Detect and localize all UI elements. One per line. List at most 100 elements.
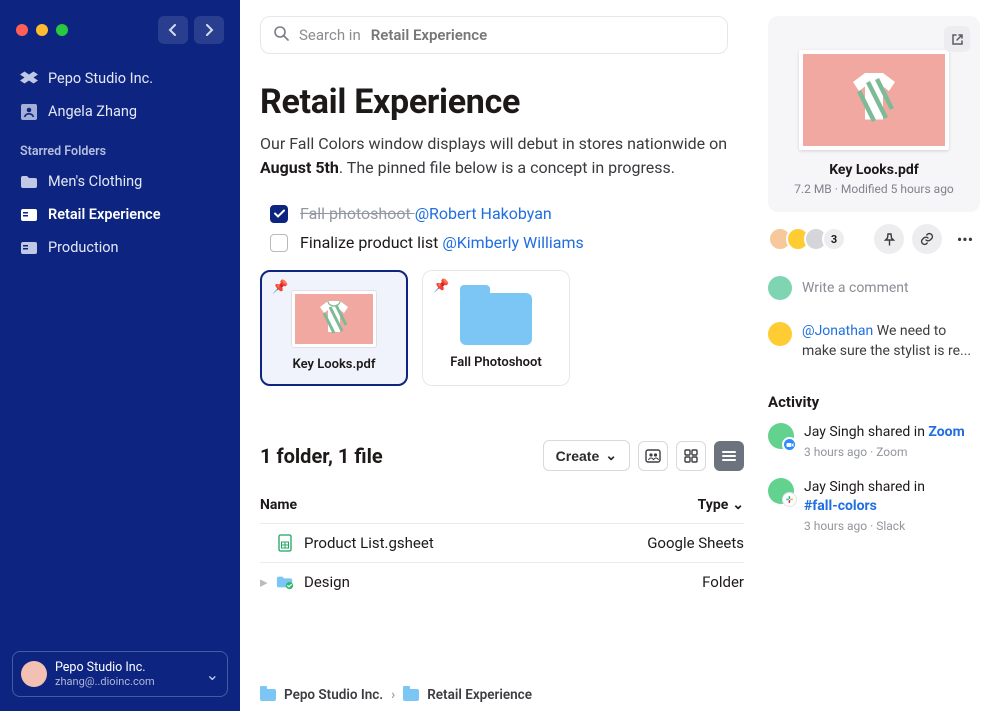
org-name: Pepo Studio Inc. <box>48 70 153 87</box>
task-label: Finalize product list @Kimberly Williams <box>300 233 584 252</box>
table-header: Name Type ⌄ <box>260 487 744 524</box>
back-button[interactable] <box>158 16 188 44</box>
avatar <box>768 322 792 346</box>
minimize-window-icon[interactable] <box>36 24 48 36</box>
open-external-button[interactable] <box>944 26 970 52</box>
forward-button[interactable] <box>194 16 224 44</box>
link-button[interactable] <box>912 224 942 254</box>
sidebar-item-label: Production <box>48 239 119 256</box>
activity-target[interactable]: #fall-colors <box>804 498 877 514</box>
mention[interactable]: @Robert Hakobyan <box>415 204 552 223</box>
close-window-icon[interactable] <box>16 24 28 36</box>
sidebar-item-label: Men's Clothing <box>48 173 142 190</box>
column-type[interactable]: Type ⌄ <box>614 497 744 513</box>
mention[interactable]: @Kimberly Williams <box>442 233 583 252</box>
list-toolbar: Create ⌄ <box>543 440 744 471</box>
account-org: Pepo Studio Inc. <box>55 660 198 675</box>
folder-icon <box>460 293 532 345</box>
mention[interactable]: @Jonathan <box>802 323 873 339</box>
comment-input[interactable]: Write a comment <box>768 276 980 300</box>
table-row[interactable]: ▸ Design Folder <box>260 563 744 601</box>
gsheet-icon <box>276 534 294 552</box>
comment-placeholder: Write a comment <box>802 280 909 296</box>
avatar <box>768 276 792 300</box>
folder-synced-icon <box>276 573 294 591</box>
list-summary: 1 folder, 1 file <box>260 444 383 468</box>
activity-item[interactable]: Jay Singh shared in Zoom 3 hours ago · Z… <box>768 423 980 460</box>
file-thumbnail <box>292 291 376 347</box>
pinned-cards: 📌 Key Looks.pdf 📌 Fall Photoshoot <box>260 270 744 386</box>
page-title: Retail Experience <box>260 82 744 122</box>
user-icon <box>20 104 38 120</box>
details-panel: Key Looks.pdf 7.2 MB · Modified 5 hours … <box>760 0 1000 711</box>
activity-meta: 3 hours ago · Slack <box>804 518 980 534</box>
preview-filename: Key Looks.pdf <box>829 162 919 178</box>
page-description: Our Fall Colors window displays will deb… <box>260 132 740 180</box>
file-table: Name Type ⌄ Product List.gsheet Google S… <box>260 487 744 601</box>
search-placeholder-context: Retail Experience <box>371 26 487 44</box>
zoom-badge-icon <box>782 437 797 452</box>
chevron-down-icon: ⌄ <box>206 665 219 684</box>
sidebar-item-production[interactable]: Production <box>0 231 240 264</box>
board-icon <box>20 208 38 222</box>
slack-badge-icon <box>782 492 797 507</box>
task-item: Finalize product list @Kimberly Williams <box>260 233 744 252</box>
expand-icon[interactable]: ▸ <box>260 573 274 591</box>
breadcrumb-item[interactable]: Pepo Studio Inc. <box>284 687 383 703</box>
sidebar-item-retail-experience[interactable]: Retail Experience <box>0 198 240 231</box>
activity-meta: 3 hours ago · Zoom <box>804 444 980 460</box>
card-caption: Fall Photoshoot <box>450 355 541 370</box>
card-fall-photoshoot[interactable]: 📌 Fall Photoshoot <box>422 270 570 386</box>
file-type: Folder <box>614 573 744 591</box>
breadcrumb: Pepo Studio Inc. › Retail Experience <box>260 671 744 703</box>
team-icon-button[interactable] <box>638 441 668 471</box>
user-name: Angela Zhang <box>48 103 137 120</box>
avatar-stack[interactable]: 3 <box>768 227 846 251</box>
chevron-down-icon: ⌄ <box>732 497 744 513</box>
preview-thumbnail <box>799 50 949 150</box>
main-content: Search in Retail Experience Retail Exper… <box>240 0 760 711</box>
pin-icon: 📌 <box>272 280 288 295</box>
grid-view-button[interactable] <box>676 441 706 471</box>
user-link[interactable]: Angela Zhang <box>0 95 240 128</box>
org-link[interactable]: Pepo Studio Inc. <box>0 62 240 95</box>
window-titlebar <box>0 12 240 62</box>
comment[interactable]: @Jonathan We need to make sure the styli… <box>768 322 980 361</box>
folder-name: Design <box>304 573 350 591</box>
checkbox[interactable] <box>270 234 288 252</box>
search-icon <box>273 25 289 45</box>
list-view-button[interactable] <box>714 441 744 471</box>
file-preview: Key Looks.pdf 7.2 MB · Modified 5 hours … <box>768 16 980 212</box>
share-bar: 3 ••• <box>768 224 980 254</box>
more-button[interactable]: ••• <box>950 224 980 254</box>
activity-heading: Activity <box>768 393 980 411</box>
task-list: Fall photoshoot @Robert Hakobyan Finaliz… <box>260 204 744 252</box>
pin-button[interactable] <box>874 224 904 254</box>
table-row[interactable]: Product List.gsheet Google Sheets <box>260 524 744 563</box>
avatar <box>768 423 794 449</box>
search-input[interactable]: Search in Retail Experience <box>260 16 728 54</box>
card-key-looks[interactable]: 📌 Key Looks.pdf <box>260 270 408 386</box>
activity-item[interactable]: Jay Singh shared in #fall-colors 3 hours… <box>768 478 980 534</box>
sidebar-item-mens-clothing[interactable]: Men's Clothing <box>0 165 240 198</box>
search-placeholder-prefix: Search in <box>299 26 361 44</box>
task-item: Fall photoshoot @Robert Hakobyan <box>260 204 744 223</box>
card-caption: Key Looks.pdf <box>293 357 376 372</box>
avatar <box>21 661 47 687</box>
folder-icon <box>20 175 38 189</box>
create-button[interactable]: Create ⌄ <box>543 440 630 471</box>
avatar <box>768 478 794 504</box>
zoom-window-icon[interactable] <box>56 24 68 36</box>
file-type: Google Sheets <box>614 534 744 552</box>
activity-actor: Jay Singh <box>804 424 864 440</box>
column-name[interactable]: Name <box>260 497 614 513</box>
activity-target[interactable]: Zoom <box>928 424 964 440</box>
account-switcher[interactable]: Pepo Studio Inc. zhang@..dioinc.com ⌄ <box>12 651 228 697</box>
chevron-down-icon: ⌄ <box>605 447 617 464</box>
nav-arrows <box>158 16 224 44</box>
checkbox[interactable] <box>270 205 288 223</box>
task-label: Fall photoshoot @Robert Hakobyan <box>300 204 552 223</box>
breadcrumb-item[interactable]: Retail Experience <box>427 687 532 703</box>
account-email: zhang@..dioinc.com <box>55 675 198 688</box>
avatar-overflow-count: 3 <box>822 227 846 251</box>
